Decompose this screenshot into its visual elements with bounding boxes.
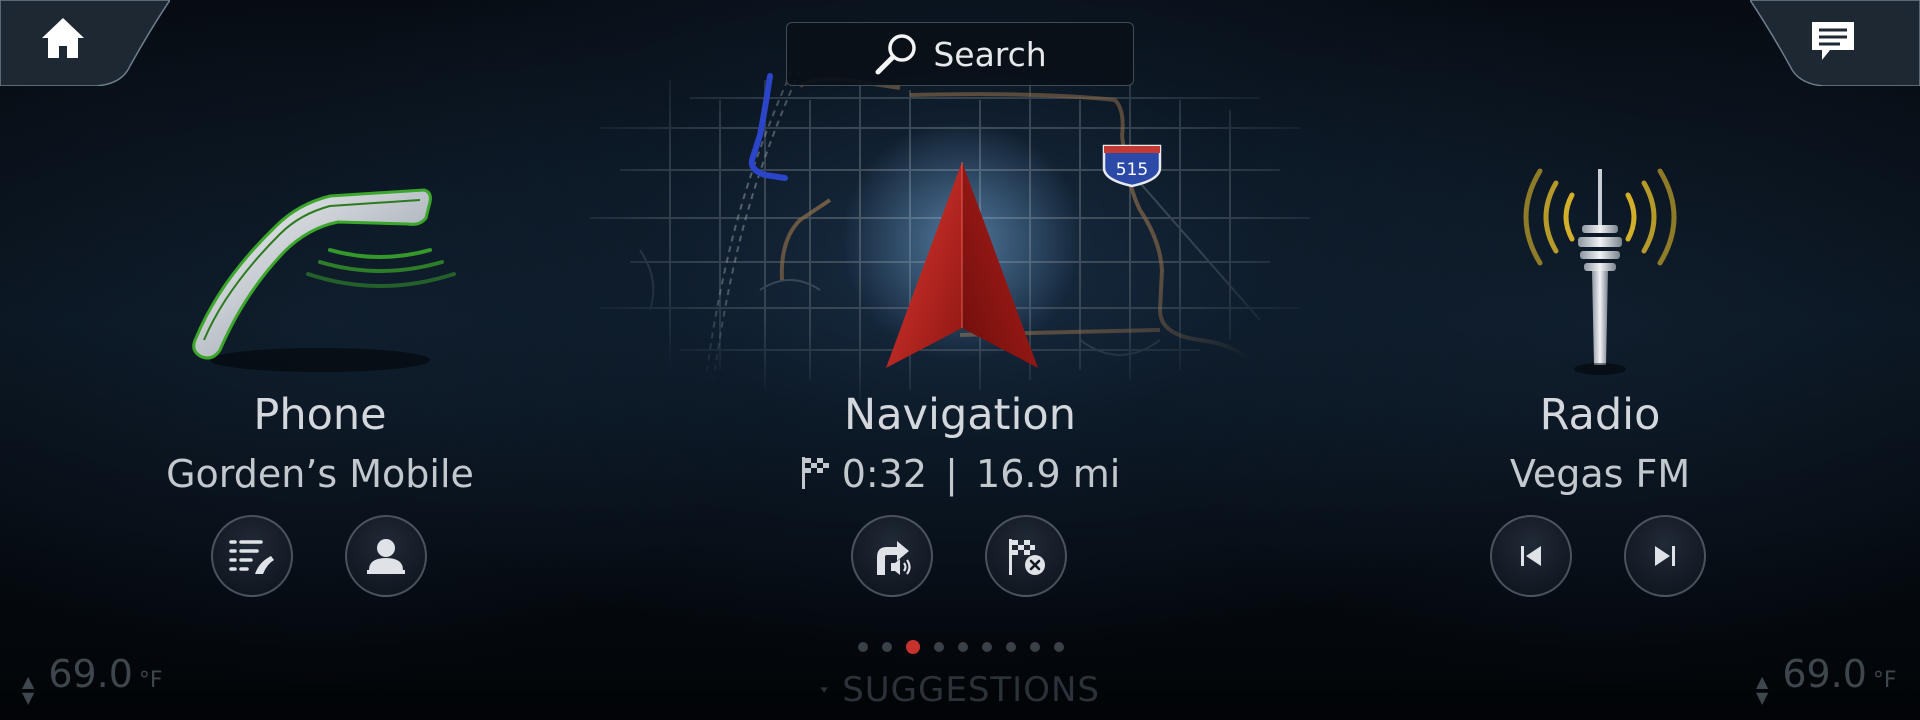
page-indicator[interactable] [858, 640, 1064, 654]
voice-guidance-button[interactable] [851, 515, 933, 597]
page-dot[interactable] [1006, 642, 1016, 652]
suggestions-button[interactable]: SUGGESTIONS [820, 668, 1100, 712]
call-list-icon [229, 540, 274, 574]
next-station-icon [1655, 546, 1675, 566]
interstate-shield-label: 515 [1116, 160, 1148, 180]
search-icon [875, 34, 917, 75]
eta-value: 0:32 [841, 452, 928, 496]
navigation-route-info: 0:32 | 16.9 mi [710, 452, 1210, 496]
next-station-button[interactable] [1624, 515, 1706, 597]
temperature-adjust-icon: ▲ ▼ [22, 672, 35, 707]
navigation-title: Navigation [844, 390, 1076, 440]
page-dot[interactable] [958, 642, 968, 652]
route-separator: | [945, 452, 958, 496]
temperature-left[interactable]: ▲ ▼ 69.0 °F [22, 652, 163, 712]
suggestions-label: SUGGESTIONS [842, 670, 1100, 710]
page-dot[interactable] [858, 642, 868, 652]
phone-title: Phone [253, 390, 387, 440]
contact-button[interactable] [345, 515, 427, 597]
checkered-flag-icon [801, 457, 829, 489]
temperature-right[interactable]: ▲ ▼ 69.0 °F [1756, 652, 1897, 712]
search-label: Search [933, 34, 1047, 74]
page-dot[interactable] [934, 642, 944, 652]
previous-station-icon [1521, 546, 1541, 566]
voice-guidance-icon [877, 541, 911, 575]
page-dot[interactable] [1030, 642, 1040, 652]
temperature-left-value: 69.0 [48, 652, 133, 696]
chevron-down-icon [820, 687, 828, 693]
temperature-adjust-icon: ▲ ▼ [1756, 672, 1769, 707]
distance-value: 16.9 mi [976, 452, 1121, 496]
message-icon [1812, 22, 1854, 60]
page-dot[interactable] [982, 642, 992, 652]
phone-handset-icon [192, 188, 456, 372]
previous-station-button[interactable] [1490, 515, 1572, 597]
phone-subtitle: Gorden’s Mobile [166, 452, 474, 496]
temperature-right-unit: °F [1872, 668, 1897, 693]
messages-button[interactable] [1750, 0, 1920, 86]
home-screen: 515 Search Phone Gorden’s Mobile Navigat… [0, 0, 1920, 720]
navigation-map[interactable]: 515 [560, 40, 1340, 420]
search-field[interactable]: Search [786, 22, 1134, 86]
page-dot[interactable] [882, 642, 892, 652]
cancel-route-button[interactable] [985, 515, 1067, 597]
call-list-button[interactable] [211, 515, 293, 597]
radio-title: Radio [1539, 390, 1661, 440]
temperature-right-value: 69.0 [1782, 652, 1867, 696]
radio-tower-icon [1523, 168, 1677, 375]
home-icon [42, 18, 84, 58]
page-dot[interactable] [1054, 642, 1064, 652]
temperature-left-unit: °F [138, 668, 163, 693]
page-dot-active[interactable] [906, 640, 920, 654]
radio-subtitle: Vegas FM [1509, 452, 1691, 496]
cancel-route-icon [1009, 539, 1045, 575]
home-button[interactable] [0, 0, 170, 86]
contact-icon [367, 539, 405, 574]
